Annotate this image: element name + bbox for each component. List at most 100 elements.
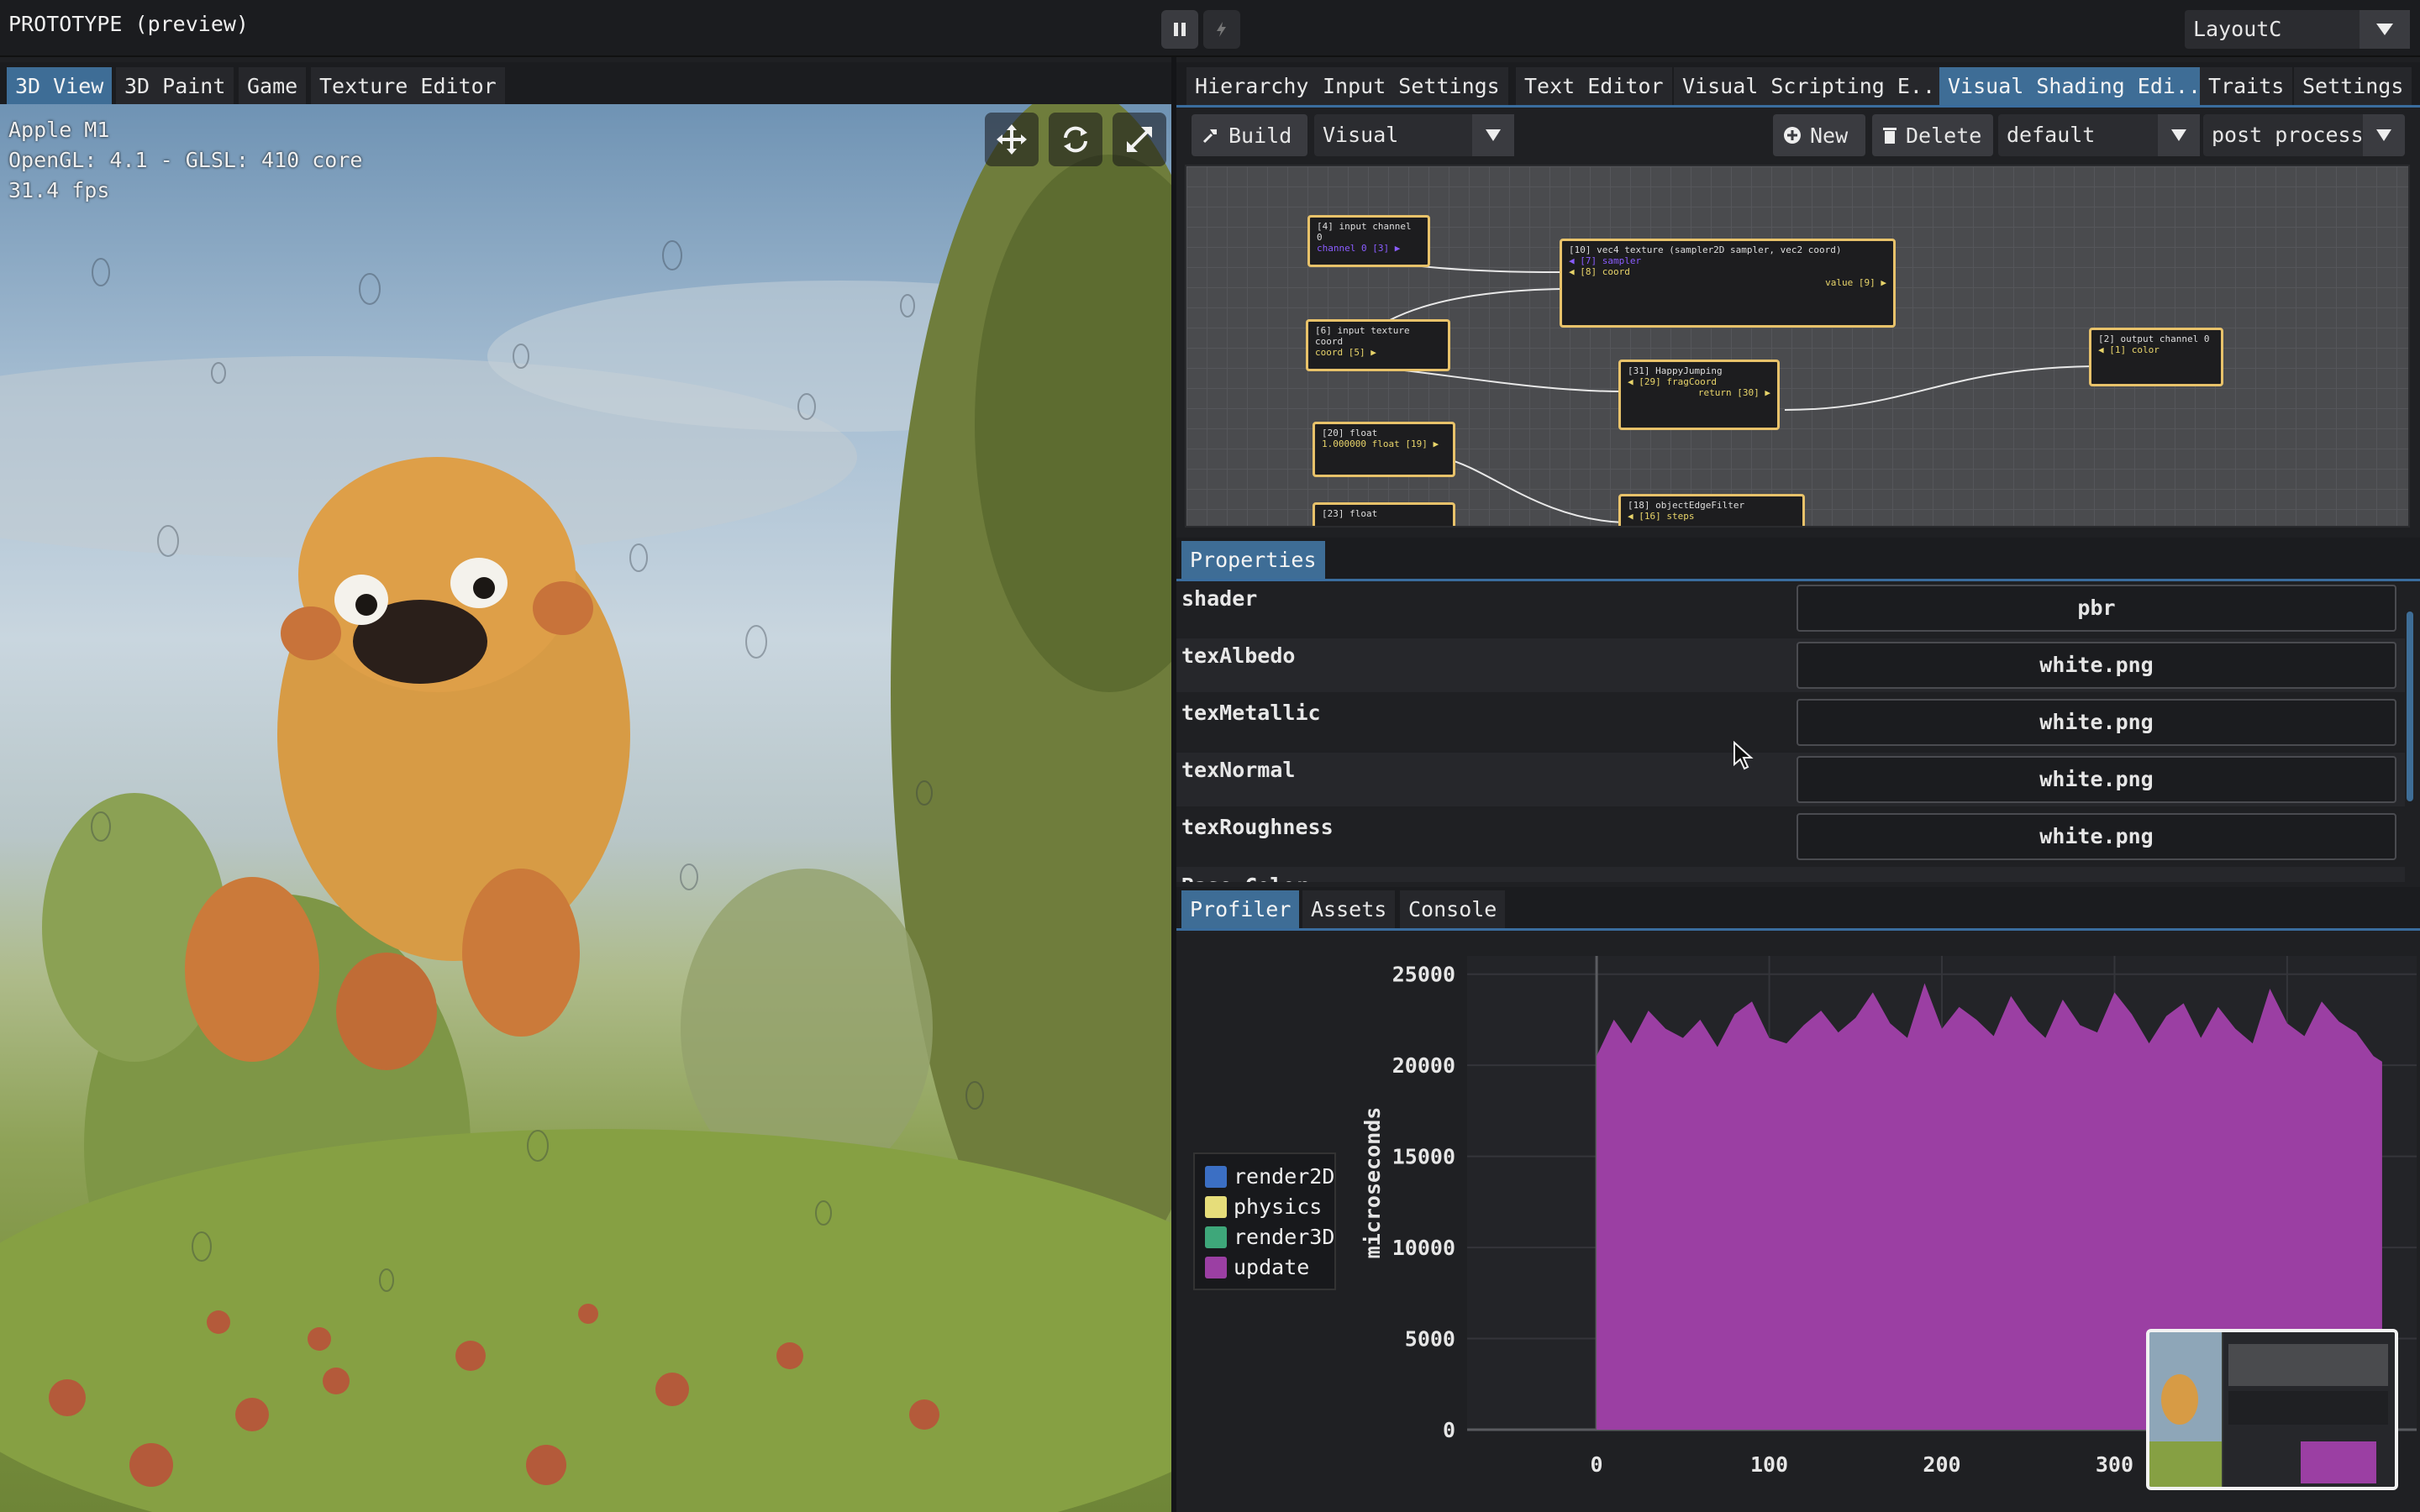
tab-console[interactable]: Console — [1400, 890, 1506, 928]
tab-visual-scripting[interactable]: Visual Scripting E... — [1674, 67, 1957, 105]
node-title: [10] vec4 texture (sampler2D sampler, ve… — [1569, 244, 1842, 255]
3d-viewport[interactable]: Apple M1 OpenGL: 4.1 - GLSL: 410 core 31… — [0, 104, 1171, 1512]
tab-3d-paint[interactable]: 3D Paint — [116, 67, 234, 105]
property-value-button[interactable]: white.png — [1797, 699, 2396, 746]
plus-circle-icon — [1784, 127, 1801, 144]
property-value-button[interactable]: white.png — [1797, 756, 2396, 803]
property-name: texAlbedo — [1181, 643, 1296, 668]
properties-scrollbar[interactable] — [2407, 612, 2413, 801]
tab-text-editor[interactable]: Text Editor — [1516, 67, 1672, 105]
node-output-channel[interactable]: [2] output channel 0 ◀ [1] color — [2089, 328, 2223, 386]
trash-icon — [1883, 128, 1897, 144]
legend-item: physics — [1205, 1194, 1322, 1219]
property-value-button[interactable]: pbr — [1797, 585, 2396, 632]
tab-game[interactable]: Game — [239, 67, 307, 105]
chevron-down-icon — [2360, 10, 2410, 49]
node-pin[interactable]: value [9] ▶ — [1569, 277, 1886, 288]
rotate-tool-button[interactable] — [1049, 113, 1102, 166]
property-name: texNormal — [1181, 758, 1296, 782]
build-button[interactable]: Build — [1192, 114, 1307, 156]
property-row-partial: Base Color — [1176, 867, 2405, 882]
property-name: Base Color — [1181, 874, 1308, 882]
node-input-channel[interactable]: [4] input channel 0 channel 0 [3] ▶ — [1307, 215, 1430, 267]
node-vec4-texture[interactable]: [10] vec4 texture (sampler2D sampler, ve… — [1560, 239, 1896, 328]
delete-button[interactable]: Delete — [1872, 114, 1993, 156]
chevron-down-icon — [2363, 114, 2405, 156]
x-tick-label: 100 — [1750, 1452, 1788, 1477]
property-name: shader — [1181, 586, 1258, 611]
scale-tool-button[interactable] — [1113, 113, 1166, 166]
node-title: [18] objectEdgeFilter — [1628, 500, 1745, 511]
legend-swatch — [1205, 1165, 1227, 1188]
legend-item: render3D — [1205, 1225, 1334, 1249]
legend-swatch — [1205, 1256, 1227, 1278]
node-pin[interactable]: ◀ [8] coord — [1569, 266, 1886, 277]
build-label: Build — [1228, 123, 1292, 148]
property-row: texRoughness white.png — [1176, 810, 2405, 864]
node-pin[interactable]: ◀ [1] color — [2098, 344, 2214, 355]
property-name: texRoughness — [1181, 815, 1334, 839]
property-row: texAlbedo white.png — [1176, 638, 2405, 692]
node-float-20[interactable]: [20] float 1.000000 float [19] ▶ — [1313, 422, 1455, 477]
property-row: shader pbr — [1176, 581, 2405, 635]
y-axis-label: microseconds — [1360, 1107, 1385, 1259]
tab-input-settings[interactable]: Input Settings — [1314, 67, 1508, 105]
property-value-button[interactable]: white.png — [1797, 642, 2396, 689]
x-tick-label: 0 — [1591, 1452, 1603, 1477]
tab-properties[interactable]: Properties — [1181, 541, 1325, 579]
pause-button[interactable] — [1161, 10, 1198, 49]
y-tick-label: 25000 — [1392, 963, 1455, 987]
properties-tab-bar: Properties — [1176, 538, 2420, 581]
bolt-icon — [1217, 22, 1226, 37]
node-graph-canvas[interactable]: [4] input channel 0 channel 0 [3] ▶ [10]… — [1185, 165, 2410, 528]
node-float-23[interactable]: [23] float — [1313, 502, 1455, 526]
editor-thumbnail[interactable] — [2146, 1329, 2398, 1490]
chevron-down-icon — [1472, 114, 1514, 156]
node-pin[interactable]: ◀ [16] steps — [1628, 511, 1796, 522]
step-button[interactable] — [1203, 10, 1240, 49]
node-pin[interactable]: ◀ [29] fragCoord — [1628, 376, 1770, 387]
legend-item: update — [1205, 1255, 1309, 1279]
tab-settings[interactable]: Settings — [2294, 67, 2412, 105]
node-title: [20] float — [1322, 428, 1378, 438]
move-tool-button[interactable] — [985, 113, 1039, 166]
property-value-button[interactable]: white.png — [1797, 813, 2396, 860]
node-title: [23] float — [1322, 508, 1378, 519]
pass-select-label: post process: — [2212, 123, 2376, 147]
scene-render — [0, 104, 1171, 1512]
right-tab-bar: Hierarchy Input Settings Text Editor Vis… — [1176, 62, 2420, 108]
legend-swatch — [1205, 1195, 1227, 1218]
tab-texture-editor[interactable]: Texture Editor — [311, 67, 505, 105]
y-tick-label: 20000 — [1392, 1053, 1455, 1078]
pass-select[interactable]: post process: — [2203, 114, 2405, 156]
new-button[interactable]: New — [1773, 114, 1865, 156]
tab-profiler[interactable]: Profiler — [1181, 890, 1300, 928]
tab-traits[interactable]: Traits — [2200, 67, 2293, 105]
node-pin[interactable]: 1.000000 float [19] ▶ — [1322, 438, 1446, 449]
node-pin[interactable]: ◀ [7] sampler — [1569, 255, 1886, 266]
node-object-edge-filter[interactable]: [18] objectEdgeFilter ◀ [16] steps — [1618, 494, 1805, 526]
new-label: New — [1810, 123, 1849, 148]
material-select[interactable]: default — [1998, 114, 2200, 156]
gl-version-label: OpenGL: 4.1 - GLSL: 410 core — [8, 148, 363, 172]
node-input-texture-coord[interactable]: [6] input texture coord coord [5] ▶ — [1306, 319, 1450, 371]
layout-select-label: LayoutC — [2193, 17, 2282, 41]
thumbnail-preview — [2149, 1332, 2395, 1487]
expand-icon — [1126, 126, 1153, 153]
node-pin[interactable]: coord [5] ▶ — [1315, 347, 1441, 358]
tab-hierarchy[interactable]: Hierarchy — [1186, 67, 1318, 105]
mode-select[interactable]: Visual — [1314, 114, 1514, 156]
property-row: texNormal white.png — [1176, 753, 2405, 806]
chart-legend: render2D physics render3D update — [1193, 1152, 1336, 1290]
node-title: [31] HappyJumping — [1628, 365, 1723, 376]
legend-label: physics — [1234, 1194, 1323, 1219]
tab-3d-view[interactable]: 3D View — [7, 67, 113, 105]
tab-assets[interactable]: Assets — [1302, 890, 1396, 928]
y-tick-label: 0 — [1443, 1418, 1455, 1442]
mode-select-label: Visual — [1323, 123, 1399, 147]
node-happy-jumping[interactable]: [31] HappyJumping ◀ [29] fragCoord retur… — [1618, 360, 1780, 430]
tab-visual-shading[interactable]: Visual Shading Edi... — [1939, 67, 2223, 105]
node-pin[interactable]: return [30] ▶ — [1628, 387, 1770, 398]
layout-select[interactable]: LayoutC — [2185, 10, 2410, 49]
node-pin[interactable]: channel 0 [3] ▶ — [1317, 243, 1421, 254]
